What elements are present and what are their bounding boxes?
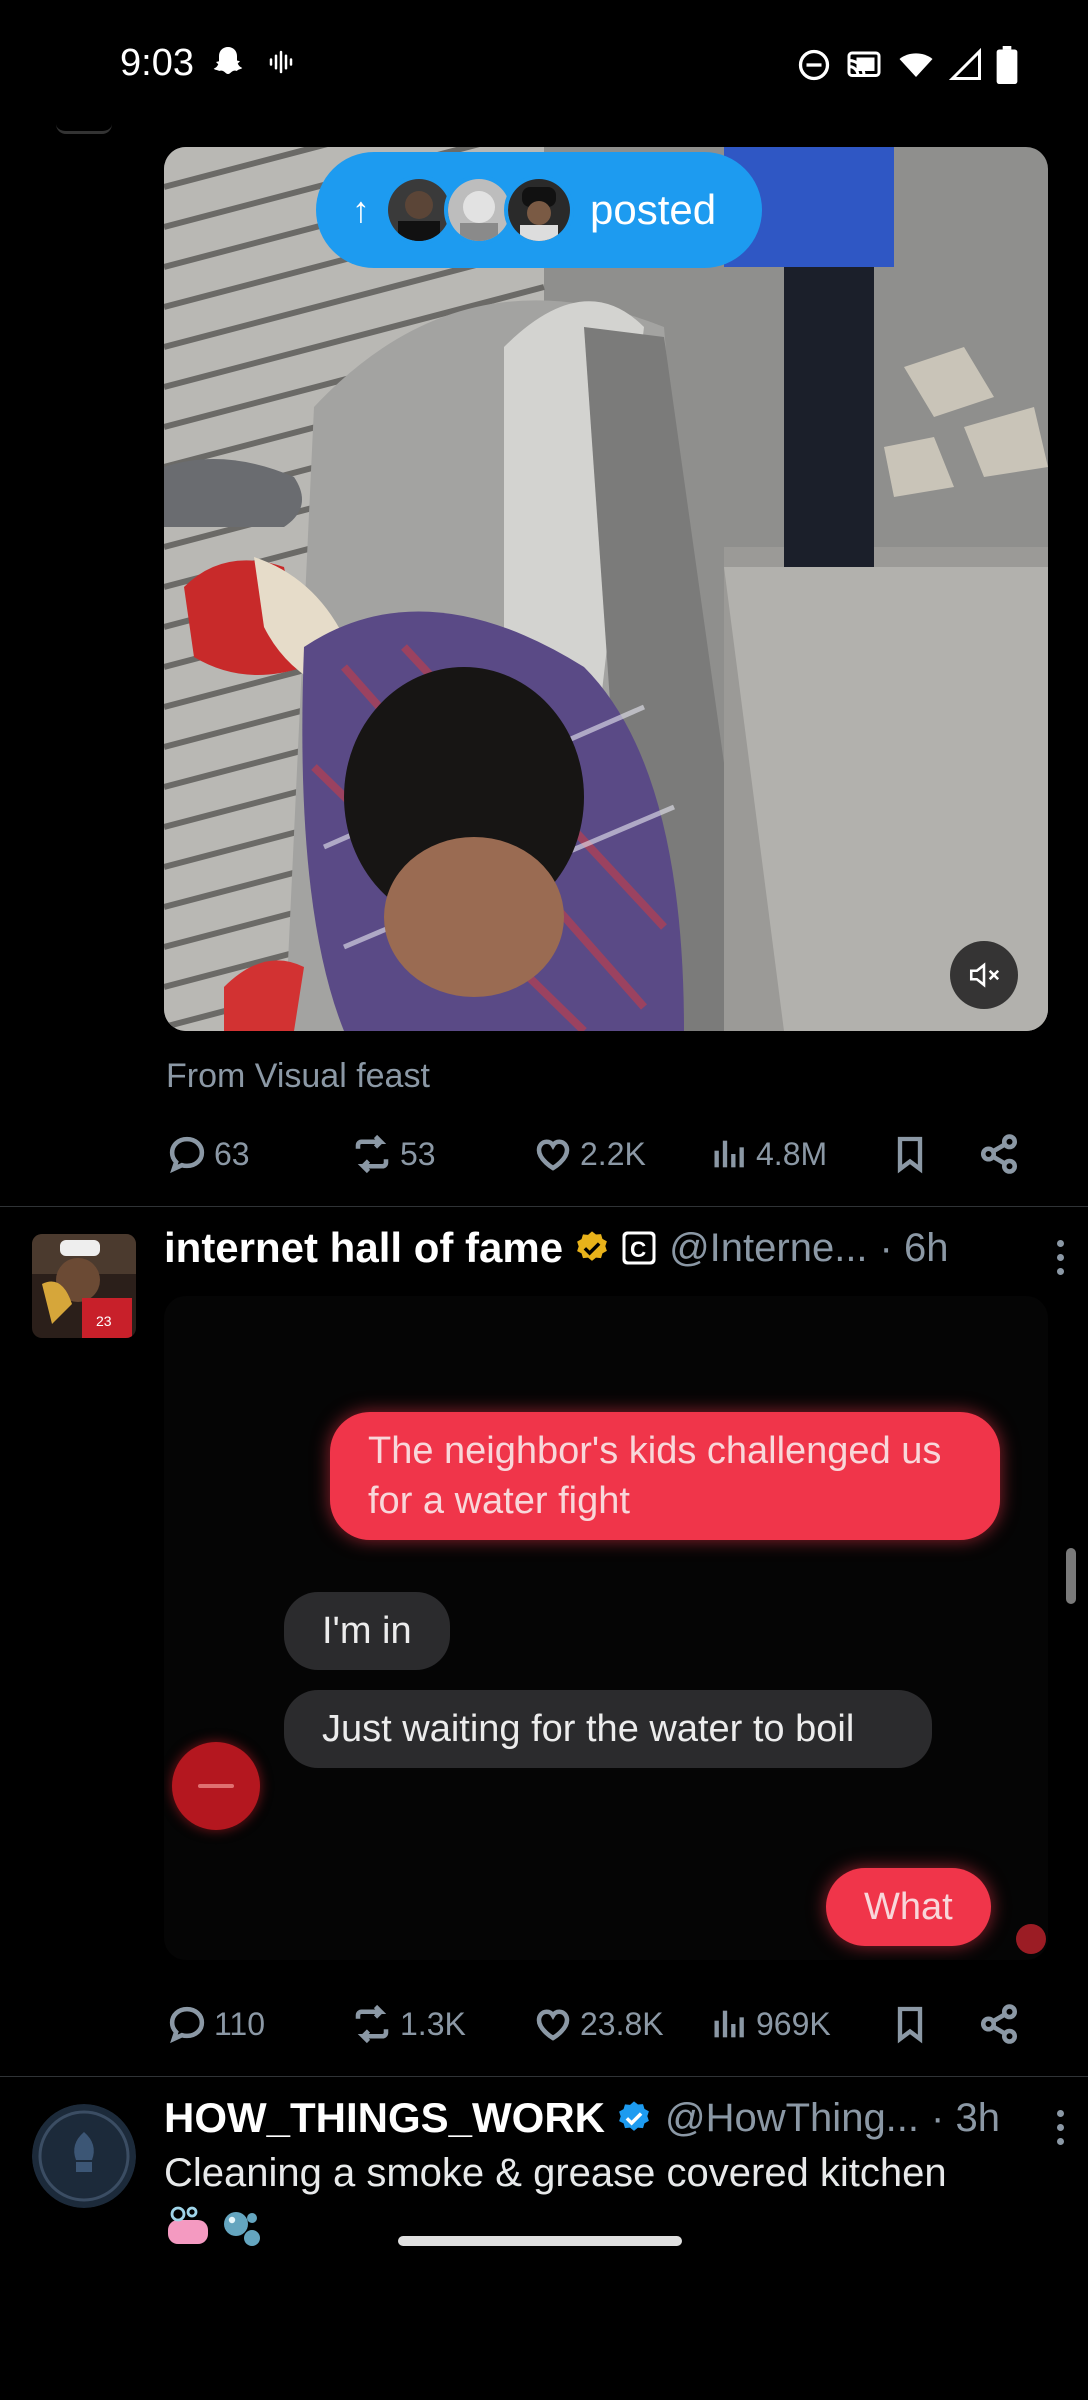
svg-text:23: 23 <box>96 1313 112 1329</box>
share-button[interactable] <box>978 1133 1020 1175</box>
posted-label: posted <box>590 186 717 233</box>
blue-verified-badge-icon <box>619 2101 649 2131</box>
share-icon <box>980 1134 1018 1174</box>
repost-button[interactable]: 53 <box>350 1133 436 1175</box>
chat-bubble-received: I'm in <box>284 1592 450 1670</box>
like-count: 2.2K <box>580 1135 646 1172</box>
divider <box>0 1206 1088 1207</box>
views-button[interactable]: 969K <box>710 2003 831 2045</box>
scrollbar-thumb[interactable] <box>1066 1548 1076 1604</box>
tweet-time[interactable]: · 3h <box>931 2096 1000 2141</box>
status-bar: 9:03 <box>0 0 1088 130</box>
more-options-button[interactable] <box>1048 2110 1072 2145</box>
status-time: 9:03 <box>120 42 194 84</box>
like-count: 23.8K <box>580 2005 664 2042</box>
svg-text:C: C <box>630 1237 646 1262</box>
repost-count: 1.3K <box>400 2005 466 2042</box>
bookmark-icon <box>897 1136 923 1174</box>
chat-bubble-sent: What <box>826 1868 991 1946</box>
chat-bubble-received: Just waiting for the water to boil <box>284 1690 932 1768</box>
bookmark-button[interactable] <box>890 2003 930 2045</box>
reply-count: 63 <box>214 1135 250 1172</box>
reply-count: 110 <box>214 2005 266 2042</box>
views-count: 4.8M <box>756 1135 828 1172</box>
repost-icon <box>355 2004 389 2044</box>
tweet-actions-bar: 110 1.3K 23.8K 969K <box>166 1994 1026 2054</box>
battery-icon <box>996 46 1018 84</box>
gold-verified-badge-icon <box>577 1231 607 1261</box>
soap-icon <box>168 2206 208 2244</box>
chat-contact-avatar <box>172 1742 260 1830</box>
signal-icon <box>948 47 981 80</box>
repost-count: 53 <box>400 1135 436 1172</box>
new-posts-pill[interactable]: ↑ posted <box>316 152 762 268</box>
tweet-text-line: Cleaning a smoke & grease covered kitche… <box>164 2151 947 2195</box>
tweet-image-chat-screenshot[interactable]: The neighbor's kids challenged us for a … <box>164 1296 1048 1960</box>
bookmark-button[interactable] <box>890 1133 930 1175</box>
views-chart-icon <box>714 2010 744 2038</box>
heart-icon <box>536 2009 570 2041</box>
like-button[interactable]: 23.8K <box>532 2003 664 2045</box>
reply-icon <box>169 2006 205 2044</box>
more-options-button[interactable] <box>1048 1240 1072 1275</box>
avatar <box>504 175 574 245</box>
divider <box>0 2076 1088 2077</box>
tweet-time[interactable]: · 6h <box>880 1226 949 1271</box>
views-button[interactable]: 4.8M <box>710 1133 827 1175</box>
tweet-header: internet hall of fame C @Interne... · 6h <box>164 1224 948 1272</box>
avatar[interactable] <box>32 2104 136 2208</box>
author-name[interactable]: HOW_THINGS_WORK <box>164 2094 605 2142</box>
cast-icon <box>847 51 881 77</box>
mute-toggle-button[interactable] <box>950 941 1018 1009</box>
share-button[interactable] <box>978 2003 1020 2045</box>
chat-read-receipt-avatar <box>1016 1924 1046 1954</box>
home-gesture-bar[interactable] <box>398 2236 682 2246</box>
bookmark-icon <box>897 2006 923 2044</box>
reply-icon <box>169 1136 205 1174</box>
like-button[interactable]: 2.2K <box>532 1133 646 1175</box>
video-player[interactable] <box>164 147 1048 1031</box>
voice-wave-icon <box>269 50 293 74</box>
repost-button[interactable]: 1.3K <box>350 2003 466 2045</box>
speaker-muted-icon <box>969 962 1000 988</box>
author-name[interactable]: internet hall of fame <box>164 1224 563 1272</box>
repost-icon <box>355 1134 389 1174</box>
do-not-disturb-icon <box>798 49 830 81</box>
reply-button[interactable]: 110 <box>166 2003 265 2045</box>
tweet-header: HOW_THINGS_WORK @HowThing... · 3h <box>164 2094 1000 2142</box>
share-icon <box>980 2004 1018 2044</box>
chat-bubble-sent: The neighbor's kids challenged us for a … <box>330 1412 1000 1540</box>
arrow-up-icon: ↑ <box>352 189 370 230</box>
views-count: 969K <box>756 2005 831 2042</box>
wifi-icon <box>899 53 933 77</box>
reply-button[interactable]: 63 <box>166 1133 250 1175</box>
bubbles-icon <box>224 2212 260 2246</box>
author-handle[interactable]: @HowThing... <box>665 2096 919 2141</box>
author-handle[interactable]: @Interne... <box>669 1226 867 1271</box>
avatar[interactable]: 23 <box>32 1234 136 1338</box>
views-chart-icon <box>714 1140 744 1168</box>
video-frame-stone-cleaning <box>164 147 1048 1031</box>
affiliate-badge-icon: C <box>622 1231 656 1265</box>
tweet-actions-bar: 63 53 2.2K 4.8M <box>166 1124 1026 1184</box>
snapchat-ghost-icon <box>213 47 243 74</box>
heart-icon <box>536 1139 570 1171</box>
community-source-link[interactable]: From Visual feast <box>166 1057 430 1096</box>
avatar-remnant <box>56 124 112 134</box>
